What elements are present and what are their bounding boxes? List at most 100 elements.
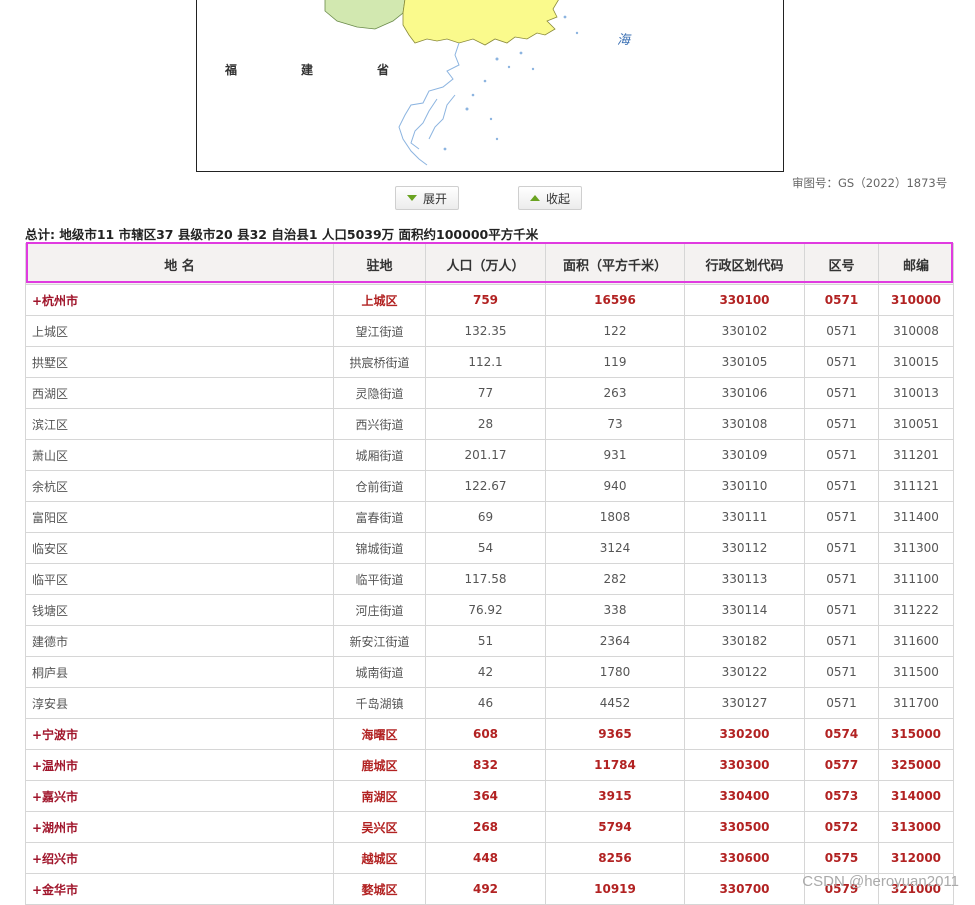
cell-population: 51 <box>425 625 546 657</box>
cell-name: 临平区 <box>25 563 334 595</box>
cell-area: 16596 <box>545 284 685 316</box>
triangle-down-icon <box>406 195 417 201</box>
cell-postcode: 311201 <box>878 439 954 471</box>
cell-population: 77 <box>425 377 546 409</box>
district-row: 临平区 临平街道 117.58 282 330113 0571 311100 <box>25 563 954 595</box>
cell-admin-code: 330600 <box>684 842 805 874</box>
cell-area: 122 <box>545 315 685 347</box>
cell-seat[interactable]: 吴兴区 <box>333 811 426 843</box>
header-seat: 驻地 <box>333 243 426 285</box>
city-row[interactable]: +绍兴市 越城区 448 8256 330600 0575 312000 <box>25 842 954 874</box>
district-row: 萧山区 城厢街道 201.17 931 330109 0571 311201 <box>25 439 954 471</box>
watermark: CSDN @heroyuan2011 <box>802 873 959 890</box>
cell-area: 8256 <box>545 842 685 874</box>
expand-button[interactable]: 展开 <box>395 186 459 210</box>
district-row: 西湖区 灵隐街道 77 263 330106 0571 310013 <box>25 377 954 409</box>
table-header-row: 地 名 驻地 人口（万人） 面积（平方千米） 行政区划代码 区号 邮编 <box>25 243 954 285</box>
cell-postcode: 313000 <box>878 811 954 843</box>
cell-population: 448 <box>425 842 546 874</box>
city-row[interactable]: +杭州市 上城区 759 16596 330100 0571 310000 <box>25 284 954 316</box>
cell-area-code: 0571 <box>804 377 879 409</box>
cell-area-code: 0571 <box>804 563 879 595</box>
cell-seat[interactable]: 南湖区 <box>333 780 426 812</box>
cell-seat[interactable]: 鹿城区 <box>333 749 426 781</box>
cell-postcode: 311700 <box>878 687 954 719</box>
cell-admin-code: 330102 <box>684 315 805 347</box>
cell-area: 5794 <box>545 811 685 843</box>
cell-name: 拱墅区 <box>25 346 334 378</box>
cell-postcode: 311222 <box>878 594 954 626</box>
cell-name[interactable]: +温州市 <box>25 749 334 781</box>
cell-postcode: 311300 <box>878 532 954 564</box>
cell-name: 余杭区 <box>25 470 334 502</box>
cell-seat[interactable]: 越城区 <box>333 842 426 874</box>
cell-seat[interactable]: 婺城区 <box>333 873 426 905</box>
cell-admin-code: 330500 <box>684 811 805 843</box>
cell-name: 富阳区 <box>25 501 334 533</box>
cell-seat[interactable]: 海曙区 <box>333 718 426 750</box>
cell-postcode: 315000 <box>878 718 954 750</box>
cell-admin-code: 330122 <box>684 656 805 688</box>
map-label-sheng: 省 <box>377 63 390 77</box>
cell-area-code: 0572 <box>804 811 879 843</box>
cell-name[interactable]: +金华市 <box>25 873 334 905</box>
cell-population: 759 <box>425 284 546 316</box>
cell-admin-code: 330110 <box>684 470 805 502</box>
cell-area: 338 <box>545 594 685 626</box>
cell-name: 钱塘区 <box>25 594 334 626</box>
cell-area-code: 0571 <box>804 687 879 719</box>
cell-postcode: 310013 <box>878 377 954 409</box>
cell-population: 122.67 <box>425 470 546 502</box>
cell-name[interactable]: +杭州市 <box>25 284 334 316</box>
cell-area-code: 0571 <box>804 408 879 440</box>
cell-area-code: 0571 <box>804 284 879 316</box>
cell-area-code: 0571 <box>804 501 879 533</box>
cell-postcode: 310051 <box>878 408 954 440</box>
cell-seat: 西兴街道 <box>333 408 426 440</box>
cell-area: 263 <box>545 377 685 409</box>
cell-seat: 城厢街道 <box>333 439 426 471</box>
cell-name[interactable]: +宁波市 <box>25 718 334 750</box>
cell-area: 1808 <box>545 501 685 533</box>
cell-population: 364 <box>425 780 546 812</box>
cell-admin-code: 330127 <box>684 687 805 719</box>
cell-name[interactable]: +嘉兴市 <box>25 780 334 812</box>
header-population: 人口（万人） <box>425 243 546 285</box>
province-map: 福 建 省 海 <box>196 0 784 172</box>
cell-population: 608 <box>425 718 546 750</box>
cell-seat[interactable]: 上城区 <box>333 284 426 316</box>
map-label-sea: 海 <box>617 33 631 48</box>
cell-area: 119 <box>545 346 685 378</box>
city-row[interactable]: +温州市 鹿城区 832 11784 330300 0577 325000 <box>25 749 954 781</box>
cell-admin-code: 330112 <box>684 532 805 564</box>
district-row: 滨江区 西兴街道 28 73 330108 0571 310051 <box>25 408 954 440</box>
cell-area: 11784 <box>545 749 685 781</box>
cell-area-code: 0571 <box>804 470 879 502</box>
city-row[interactable]: +嘉兴市 南湖区 364 3915 330400 0573 314000 <box>25 780 954 812</box>
cell-postcode: 311400 <box>878 501 954 533</box>
cell-area: 940 <box>545 470 685 502</box>
cell-seat: 临平街道 <box>333 563 426 595</box>
cell-name: 建德市 <box>25 625 334 657</box>
header-area-code: 区号 <box>804 243 879 285</box>
cell-admin-code: 330300 <box>684 749 805 781</box>
district-row: 富阳区 富春街道 69 1808 330111 0571 311400 <box>25 501 954 533</box>
cell-area: 931 <box>545 439 685 471</box>
cell-name[interactable]: +绍兴市 <box>25 842 334 874</box>
city-row[interactable]: +宁波市 海曙区 608 9365 330200 0574 315000 <box>25 718 954 750</box>
city-row[interactable]: +湖州市 吴兴区 268 5794 330500 0572 313000 <box>25 811 954 843</box>
cell-name[interactable]: +湖州市 <box>25 811 334 843</box>
cell-admin-code: 330400 <box>684 780 805 812</box>
cell-area: 3124 <box>545 532 685 564</box>
cell-admin-code: 330114 <box>684 594 805 626</box>
cell-admin-code: 330105 <box>684 346 805 378</box>
cell-postcode: 310008 <box>878 315 954 347</box>
cell-admin-code: 330109 <box>684 439 805 471</box>
collapse-button[interactable]: 收起 <box>518 186 582 210</box>
cell-name: 西湖区 <box>25 377 334 409</box>
cell-admin-code: 330100 <box>684 284 805 316</box>
header-admin-code: 行政区划代码 <box>684 243 805 285</box>
cell-admin-code: 330700 <box>684 873 805 905</box>
cell-seat: 望江街道 <box>333 315 426 347</box>
cell-area: 282 <box>545 563 685 595</box>
